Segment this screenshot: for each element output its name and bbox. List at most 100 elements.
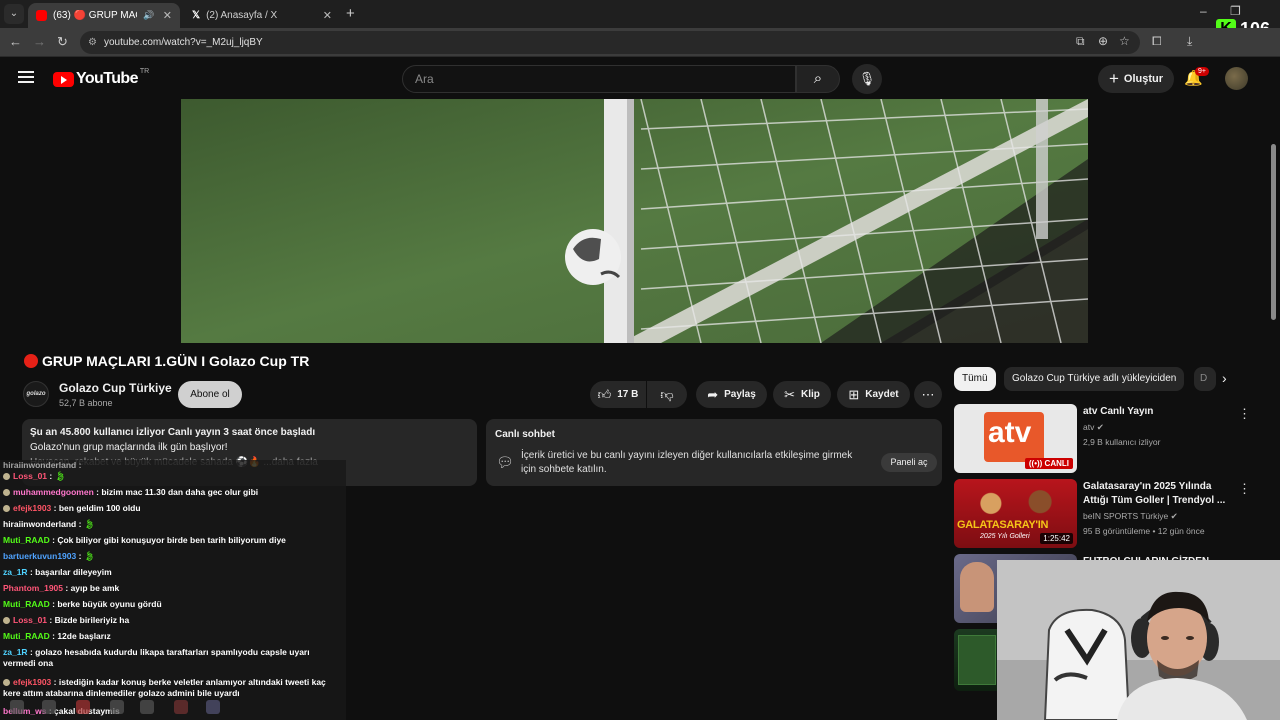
tab-search-menu-button[interactable]: ⌄ bbox=[4, 4, 24, 24]
tab-youtube[interactable]: (63) 🔴 GRUP MAÇLARI 1.G 🔊 ✕ bbox=[28, 3, 180, 28]
open-panel-button[interactable]: Paneli aç bbox=[881, 453, 937, 472]
channel-name[interactable]: Golazo Cup Türkiye bbox=[59, 381, 172, 395]
menu-icon[interactable] bbox=[18, 71, 34, 83]
youtube-logo[interactable]: YouTube TR bbox=[53, 67, 150, 88]
url-bar[interactable]: ⚙ youtube.com/watch?v=_M2uj_ljqBY bbox=[80, 31, 1140, 54]
streamer-webcam bbox=[997, 560, 1280, 720]
address-toolbar: ← → ↻ ⚙ youtube.com/watch?v=_M2uj_ljqBY … bbox=[0, 28, 1280, 57]
chat-message: Muti_RAAD : 12de başlarız bbox=[3, 631, 111, 641]
thumbnail-text: GALATASARAY'IN bbox=[957, 519, 1049, 531]
chevron-right-icon[interactable]: › bbox=[1222, 370, 1227, 386]
chat-message: Loss_01 : Bizde birileriyiz ha bbox=[3, 615, 129, 626]
back-arrow-icon[interactable]: ← bbox=[9, 34, 22, 49]
video-thumbnail[interactable]: GALATASARAY'IN 2025 Yılı Golleri 1:25:42 bbox=[954, 479, 1077, 548]
taskbar-app-icon[interactable] bbox=[42, 700, 56, 714]
live-chat-description: İçerik üretici ve bu canlı yayını izleye… bbox=[521, 450, 853, 475]
microphone-icon: 🎙 bbox=[858, 71, 876, 86]
clip-button[interactable]: ✂ Klip bbox=[773, 381, 831, 408]
forward-arrow-icon[interactable]: → bbox=[33, 34, 46, 49]
recommendation-item[interactable]: GALATASARAY'IN 2025 Yılı Golleri 1:25:42… bbox=[954, 479, 1264, 549]
taskbar-app-icon[interactable] bbox=[110, 700, 124, 714]
taskbar-app-icon[interactable] bbox=[206, 700, 220, 714]
save-button[interactable]: ⊞ Kaydet bbox=[837, 381, 910, 408]
chat-message: muhammedgoomen : bizim mac 11.30 dan dah… bbox=[3, 487, 258, 498]
recommendation-title[interactable]: Galatasaray'ın 2025 Yılında Attığı Tüm G… bbox=[1083, 480, 1228, 508]
video-player[interactable] bbox=[181, 99, 1088, 343]
view-stats: Şu an 45.800 kullanıcı izliyor Canlı yay… bbox=[30, 427, 316, 438]
badge-icon bbox=[3, 473, 10, 480]
taskbar-app-icon[interactable] bbox=[140, 700, 154, 714]
x-logo-icon: 𝕏 bbox=[192, 10, 201, 21]
youtube-header: YouTube TR Ara ⌕ 🎙 + Oluştur 🔔 9+ bbox=[0, 57, 1280, 99]
duration-badge: 1:25:42 bbox=[1040, 533, 1073, 544]
video-thumbnail[interactable]: atv ((•)) CANLI bbox=[954, 404, 1077, 473]
more-vertical-icon[interactable]: ⋮ bbox=[1238, 406, 1251, 422]
atv-logo-text: atv bbox=[988, 416, 1032, 449]
share-label: Paylaş bbox=[724, 389, 756, 400]
save-playlist-icon: ⊞ bbox=[848, 386, 860, 402]
thumbs-down-icon: 👎︎ bbox=[660, 386, 674, 402]
clip-label: Klip bbox=[801, 389, 820, 400]
recommendation-meta: 95 B görüntüleme • 12 gün önce bbox=[1083, 526, 1205, 536]
recommendation-item[interactable]: atv ((•)) CANLI atv Canlı Yayın atv ✔ 2,… bbox=[954, 404, 1264, 474]
share-button[interactable]: ➦ Paylaş bbox=[696, 381, 767, 408]
badge-icon bbox=[3, 505, 10, 512]
taskbar-app-icon[interactable] bbox=[76, 700, 90, 714]
stream-chat-overlay: hiraiinwonderland : Loss_01 : 🍃︎ muhamme… bbox=[0, 460, 346, 720]
chip-from-uploader[interactable]: Golazo Cup Türkiye adlı yükleyiciden bbox=[1004, 367, 1185, 391]
badge-icon bbox=[3, 489, 10, 496]
search-input[interactable]: Ara bbox=[402, 65, 796, 93]
chat-bubble-icon: 💬︎ bbox=[496, 454, 514, 470]
create-button[interactable]: + Oluştur bbox=[1098, 65, 1174, 93]
restore-icon[interactable]: ❐ bbox=[1230, 4, 1241, 18]
like-button[interactable]: 👍︎ 17 B bbox=[590, 381, 646, 408]
zoom-icon[interactable]: ⊕ bbox=[1098, 34, 1108, 48]
taskbar-app-icon[interactable] bbox=[10, 700, 24, 714]
extensions-icon[interactable]: ⧠ bbox=[1152, 34, 1162, 49]
more-actions-button[interactable]: ⋯ bbox=[914, 381, 942, 408]
chip-more[interactable]: D bbox=[1194, 367, 1216, 391]
new-tab-button[interactable]: + bbox=[346, 5, 355, 22]
country-code: TR bbox=[139, 67, 150, 75]
close-icon[interactable]: ✕ bbox=[323, 9, 332, 22]
close-icon[interactable]: ✕ bbox=[163, 9, 172, 22]
search-button[interactable]: ⌕ bbox=[796, 65, 840, 93]
reload-icon[interactable]: ↻ bbox=[57, 34, 68, 50]
tab-x[interactable]: 𝕏 (2) Anasayfa / X ✕ bbox=[184, 3, 340, 28]
leaf-emote-icon: 🍃︎ bbox=[54, 471, 66, 481]
page-scrollbar[interactable] bbox=[1271, 144, 1276, 320]
taskbar-app-icon[interactable] bbox=[174, 700, 188, 714]
youtube-play-icon bbox=[53, 71, 74, 87]
description-text: Golazo'nun grup maçlarında ilk gün başlı… bbox=[30, 442, 228, 453]
recommendation-title[interactable]: atv Canlı Yayın bbox=[1083, 405, 1228, 419]
download-icon[interactable]: ⤓ bbox=[1187, 34, 1192, 49]
thumbs-up-icon: 👍︎ bbox=[597, 386, 612, 402]
live-indicator-icon bbox=[24, 354, 38, 368]
youtube-wordmark: YouTube bbox=[76, 70, 138, 87]
minimize-icon[interactable]: – bbox=[1200, 4, 1207, 18]
speaker-icon[interactable]: 🔊 bbox=[143, 10, 154, 21]
badge-icon bbox=[3, 679, 10, 686]
notification-badge: 9+ bbox=[1195, 67, 1209, 76]
live-badge: ((•)) CANLI bbox=[1024, 458, 1073, 469]
live-chat-heading: Canlı sohbet bbox=[495, 429, 556, 440]
site-info-icon[interactable]: ⚙ bbox=[88, 31, 97, 54]
chip-all[interactable]: Tümü bbox=[954, 367, 996, 391]
bookmark-star-icon[interactable]: ☆ bbox=[1119, 34, 1130, 48]
verified-icon: ✔ bbox=[1096, 422, 1104, 432]
channel-avatar[interactable]: golazo bbox=[23, 381, 49, 407]
chat-message: Muti_RAAD : Çok biliyor gibi konuşuyor b… bbox=[3, 535, 286, 545]
webcam-frame bbox=[997, 560, 1280, 720]
url-text: youtube.com/watch?v=_M2uj_ljqBY bbox=[104, 37, 263, 48]
subscribe-button[interactable]: Abone ol bbox=[178, 381, 242, 408]
taskbar-strip bbox=[0, 696, 260, 720]
account-avatar[interactable] bbox=[1225, 67, 1248, 90]
more-vertical-icon[interactable]: ⋮ bbox=[1238, 481, 1251, 497]
atv-logo: atv bbox=[984, 412, 1044, 462]
voice-search-button[interactable]: 🎙 bbox=[852, 64, 882, 94]
video-title-text: GRUP MAÇLARI 1.GÜN I Golazo Cup TR bbox=[42, 353, 310, 369]
scissors-icon: ✂ bbox=[784, 386, 795, 402]
tab-title: (63) 🔴 GRUP MAÇLARI 1.G bbox=[53, 10, 137, 21]
dislike-button[interactable]: 👎︎ bbox=[647, 381, 687, 408]
cast-icon[interactable]: ⧉ bbox=[1076, 34, 1085, 49]
